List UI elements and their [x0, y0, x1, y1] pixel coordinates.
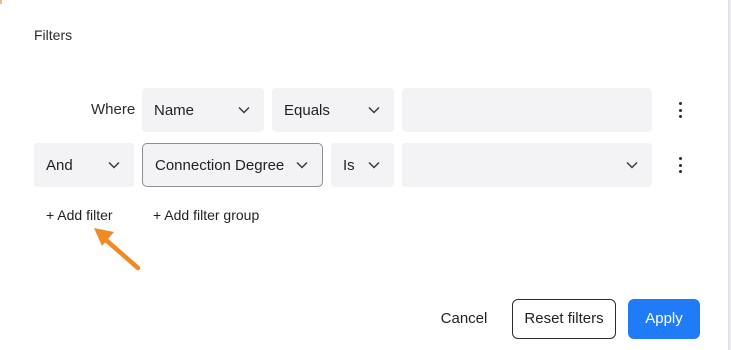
more-vertical-icon[interactable] [672, 100, 688, 120]
field-select[interactable]: Connection Degree [142, 143, 323, 187]
reset-filters-button[interactable]: Reset filters [512, 299, 616, 339]
chevron-down-icon [368, 106, 380, 114]
field-select-value: Name [154, 101, 195, 119]
dialog-title: Filters [34, 27, 73, 43]
value-select[interactable] [402, 143, 652, 187]
conjunction-select[interactable]: And [34, 143, 134, 187]
filter-row: And Connection Degree Is [0, 143, 729, 187]
filters-dialog: Filters Where Name Equals And Connection… [0, 0, 729, 350]
edge-mark [0, 0, 2, 4]
field-select[interactable]: Name [142, 88, 264, 132]
operator-select-value: Is [343, 156, 355, 174]
more-vertical-icon[interactable] [672, 155, 688, 175]
field-select-value: Connection Degree [155, 156, 285, 174]
add-filter-link[interactable]: + Add filter [46, 207, 113, 223]
chevron-down-icon [626, 161, 638, 169]
arrow-pointer-icon [94, 228, 141, 271]
cancel-button[interactable]: Cancel [434, 299, 494, 339]
where-label: Where [91, 101, 136, 118]
chevron-down-icon [296, 161, 308, 169]
apply-button[interactable]: Apply [628, 299, 700, 339]
value-input[interactable] [402, 88, 652, 132]
filter-row: Where Name Equals [0, 88, 729, 132]
chevron-down-icon [238, 106, 250, 114]
operator-select-value: Equals [284, 101, 330, 119]
chevron-down-icon [108, 161, 120, 169]
operator-select[interactable]: Equals [272, 88, 394, 132]
add-filter-group-link[interactable]: + Add filter group [153, 207, 259, 223]
chevron-down-icon [368, 161, 380, 169]
operator-select[interactable]: Is [331, 143, 394, 187]
conjunction-select-value: And [46, 156, 73, 174]
